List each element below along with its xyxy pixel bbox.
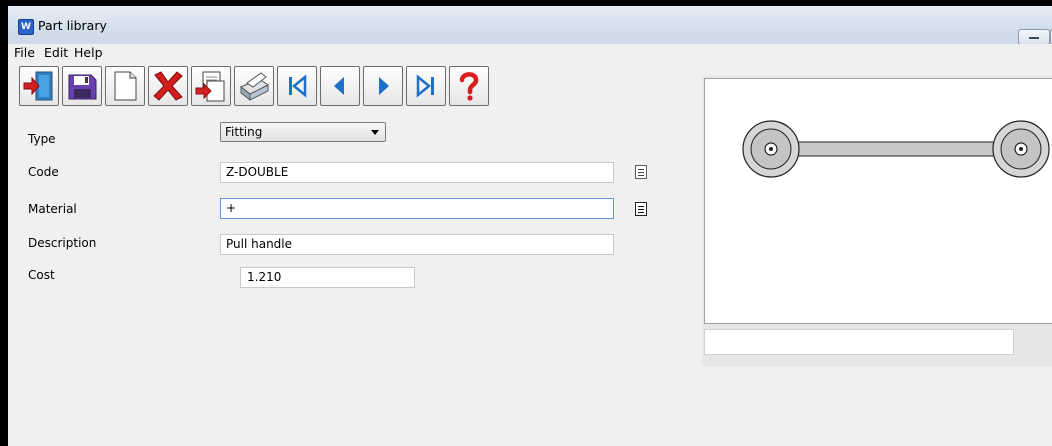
help-button[interactable]: [449, 66, 489, 106]
exit-button[interactable]: [19, 66, 59, 106]
minimize-icon: [1029, 37, 1039, 39]
material-label: Material: [28, 202, 77, 216]
part-library-window: W Part library File Edit Help Type Fitti…: [0, 0, 1052, 446]
type-label: Type: [28, 132, 56, 146]
window-frame-left: [0, 0, 8, 446]
code-lookup-icon[interactable]: [635, 165, 647, 179]
printer-icon: [240, 72, 269, 102]
save-button[interactable]: [62, 66, 102, 106]
menu-help[interactable]: Help: [74, 45, 103, 60]
type-dropdown[interactable]: Fitting: [220, 122, 386, 142]
type-value: Fitting: [225, 125, 263, 139]
code-label: Code: [28, 165, 59, 179]
app-icon: W: [18, 19, 34, 35]
description-label: Description: [28, 236, 97, 250]
material-lookup-icon[interactable]: [635, 202, 647, 216]
first-icon: [289, 74, 307, 98]
new-button[interactable]: [105, 66, 145, 106]
next-record-button[interactable]: [363, 66, 403, 106]
part-preview: [704, 78, 1052, 324]
chevron-down-icon: [371, 130, 379, 135]
menu-file[interactable]: File: [14, 45, 35, 60]
last-record-button[interactable]: [406, 66, 446, 106]
menu-bar: File Edit Help: [8, 44, 1052, 61]
blank-page-icon: [114, 71, 137, 101]
description-field[interactable]: Pull handle: [220, 234, 614, 255]
delete-button[interactable]: [148, 66, 188, 106]
code-field[interactable]: Z-DOUBLE: [220, 162, 614, 183]
minimize-button[interactable]: [1018, 29, 1050, 45]
window-title: Part library: [38, 18, 107, 33]
preview-status-field[interactable]: [704, 329, 1014, 355]
pull-handle-drawing: [742, 120, 1050, 178]
previous-record-button[interactable]: [320, 66, 360, 106]
next-icon: [379, 77, 389, 95]
red-x-icon: [153, 71, 183, 101]
question-mark-icon: [459, 72, 479, 101]
exit-door-icon: [23, 71, 53, 101]
menu-edit[interactable]: Edit: [44, 45, 68, 60]
previous-icon: [334, 77, 344, 95]
cost-field[interactable]: 1.210: [240, 267, 415, 288]
client-area: Type Fitting Code Z-DOUBLE Material + De…: [8, 61, 1052, 446]
title-bar[interactable]: W Part library: [8, 6, 1052, 45]
material-field[interactable]: +: [220, 198, 614, 219]
first-record-button[interactable]: [277, 66, 317, 106]
copy-button[interactable]: [191, 66, 231, 106]
floppy-disk-icon: [68, 74, 97, 100]
copy-document-icon: [195, 71, 225, 102]
last-icon: [416, 74, 434, 98]
print-button[interactable]: [234, 66, 274, 106]
cost-label: Cost: [28, 268, 55, 282]
